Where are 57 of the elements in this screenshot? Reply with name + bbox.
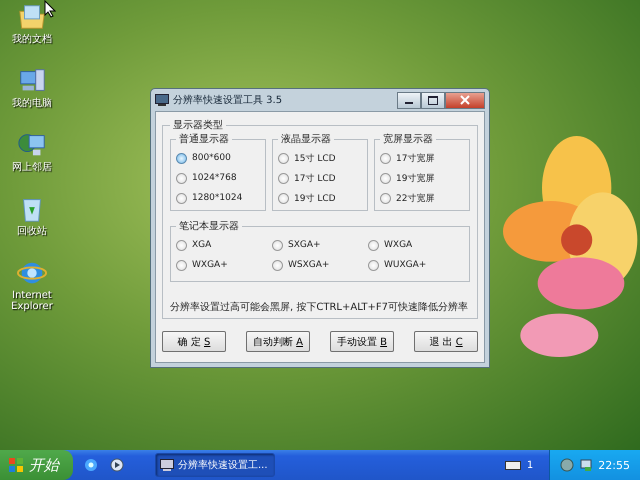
radio-button[interactable] [272,240,283,250]
radio-button[interactable] [176,240,187,250]
keyboard-icon[interactable] [504,459,521,471]
option-label[interactable]: 19寸宽屏 [396,172,434,184]
radio-button[interactable] [380,172,391,184]
group-title: 显示器类型 [172,118,224,132]
option-label[interactable]: 19寸 LCD [294,192,336,204]
option-label[interactable]: 1024*768 [192,173,237,183]
hint-text: 分辨率设置过高可能会黑屏, 按下CTRL+ALT+F7可快速降低分辨率 [170,300,469,314]
windows-logo-icon [8,457,24,473]
minimize-button[interactable] [397,92,421,108]
network-icon[interactable] [579,458,594,472]
option-label[interactable]: 22寸宽屏 [396,192,434,204]
group-title: 普通显示器 [178,132,230,146]
option-label[interactable]: XGA [192,240,212,250]
group-title: 笔记本显示器 [178,220,240,233]
mouse-cursor-icon [44,0,56,18]
monitor-icon [160,459,174,471]
option-label[interactable]: WXGA [384,240,412,250]
radio-button[interactable] [278,152,289,164]
taskbar-button[interactable]: 分辨率快速设置工... [155,453,275,477]
radio-button[interactable] [278,172,289,184]
option-label[interactable]: SXGA+ [288,240,321,250]
option-label[interactable]: 1280*1024 [192,193,242,203]
group-title: 宽屏显示器 [382,132,434,146]
option-label[interactable]: WXGA+ [192,260,228,270]
desktop-icon-label[interactable]: 我的文档 [12,34,52,45]
clock: 22:55 [598,458,630,472]
window-title: 分辨率快速设置工具 3.5 [173,94,282,107]
desktop-icon-label[interactable]: Internet Explorer [4,290,60,312]
dialog-button[interactable]: 退 出 C [414,331,478,352]
radio-button[interactable] [368,260,379,270]
close-button[interactable] [445,92,485,108]
media-player-icon[interactable] [109,457,125,473]
group-title: 液晶显示器 [280,132,332,146]
radio-button[interactable] [272,260,283,270]
close-icon [460,95,470,105]
radio-button[interactable] [176,260,187,270]
maximize-button[interactable] [421,92,445,108]
radio-button[interactable] [380,152,391,164]
radio-button[interactable] [176,152,187,164]
monitor-icon [155,94,169,106]
radio-button[interactable] [368,240,379,250]
dialog-button[interactable]: 确 定 S [162,331,226,352]
dialog-button[interactable]: 手动设置 B [330,331,394,352]
option-label[interactable]: 17寸宽屏 [396,152,434,164]
option-label[interactable]: 17寸 LCD [294,172,336,184]
tray-text: 1 [526,460,534,470]
radio-button[interactable] [380,192,391,204]
dialog-button[interactable]: 自动判断 A [246,331,310,352]
option-label[interactable]: 800*600 [192,153,231,163]
radio-button[interactable] [278,192,289,204]
radio-button[interactable] [176,172,187,184]
option-label[interactable]: WUXGA+ [384,260,426,270]
option-label[interactable]: 15寸 LCD [294,152,336,164]
option-label[interactable]: WSXGA+ [288,260,330,270]
radio-button[interactable] [176,192,187,204]
